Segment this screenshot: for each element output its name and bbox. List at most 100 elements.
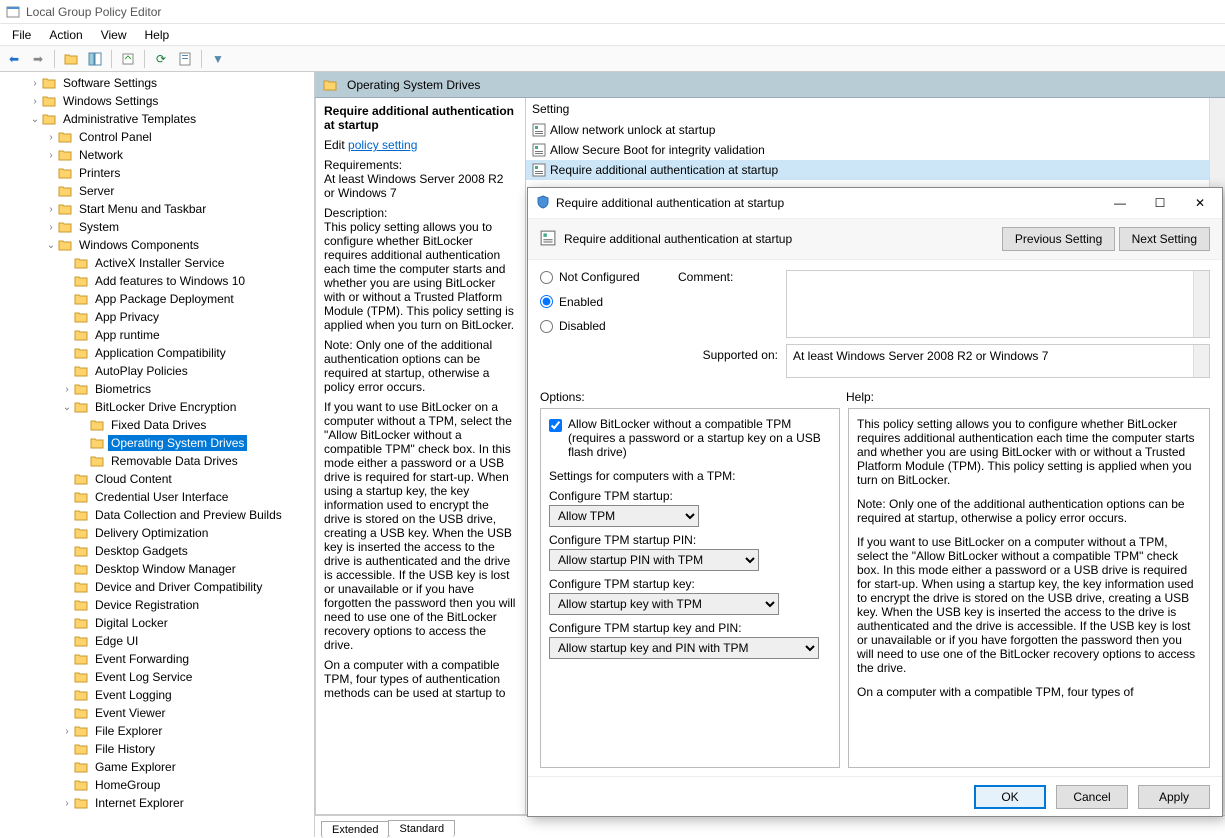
tree-label[interactable]: Delivery Optimization bbox=[92, 525, 211, 541]
radio-not-configured[interactable]: Not Configured bbox=[540, 270, 670, 284]
ok-button[interactable]: OK bbox=[974, 785, 1046, 809]
menu-help[interactable]: Help bbox=[137, 26, 178, 44]
tree-node[interactable]: Add features to Windows 10 bbox=[2, 272, 314, 290]
tree-chevron-icon[interactable] bbox=[28, 78, 42, 89]
tree-label[interactable]: Cloud Content bbox=[92, 471, 175, 487]
tree-label[interactable]: Software Settings bbox=[60, 75, 160, 91]
tree-label[interactable]: HomeGroup bbox=[92, 777, 163, 793]
tree-label[interactable]: ActiveX Installer Service bbox=[92, 255, 227, 271]
btn-up[interactable] bbox=[61, 49, 81, 69]
radio-disabled[interactable]: Disabled bbox=[540, 319, 670, 333]
tree-node[interactable]: Desktop Window Manager bbox=[2, 560, 314, 578]
tree-label[interactable]: Fixed Data Drives bbox=[108, 417, 209, 433]
tree-node[interactable]: Operating System Drives bbox=[2, 434, 314, 452]
cancel-button[interactable]: Cancel bbox=[1056, 785, 1128, 809]
tree-chevron-icon[interactable] bbox=[28, 96, 42, 107]
tree-chevron-icon[interactable] bbox=[44, 150, 58, 161]
tree-node[interactable]: AutoPlay Policies bbox=[2, 362, 314, 380]
tree-chevron-icon[interactable] bbox=[28, 114, 42, 125]
scrollbar-vertical[interactable] bbox=[1193, 271, 1209, 337]
tree-node[interactable]: Windows Components bbox=[2, 236, 314, 254]
scrollbar-vertical[interactable] bbox=[1193, 345, 1209, 377]
edit-policy-link[interactable]: policy setting bbox=[348, 138, 417, 152]
tree-chevron-icon[interactable] bbox=[44, 204, 58, 215]
tree-label[interactable]: Desktop Gadgets bbox=[92, 543, 191, 559]
btn-refresh[interactable]: ⟳ bbox=[151, 49, 171, 69]
tree-label[interactable]: Event Viewer bbox=[92, 705, 168, 721]
tree-node[interactable]: Event Viewer bbox=[2, 704, 314, 722]
tree-label[interactable]: Event Forwarding bbox=[92, 651, 192, 667]
tree-label[interactable]: App Package Deployment bbox=[92, 291, 237, 307]
tree-label[interactable]: Removable Data Drives bbox=[108, 453, 241, 469]
tree-label[interactable]: Operating System Drives bbox=[108, 435, 247, 451]
tree-node[interactable]: Start Menu and Taskbar bbox=[2, 200, 314, 218]
next-setting-button[interactable]: Next Setting bbox=[1119, 227, 1210, 251]
tree-label[interactable]: Desktop Window Manager bbox=[92, 561, 239, 577]
tree-label[interactable]: File History bbox=[92, 741, 158, 757]
tree-node[interactable]: Game Explorer bbox=[2, 758, 314, 776]
tree-label[interactable]: BitLocker Drive Encryption bbox=[92, 399, 239, 415]
tree-chevron-icon[interactable] bbox=[60, 384, 74, 395]
tree-node[interactable]: Event Forwarding bbox=[2, 650, 314, 668]
tree-node[interactable]: Software Settings bbox=[2, 74, 314, 92]
btn-export[interactable] bbox=[118, 49, 138, 69]
tree-label[interactable]: Event Log Service bbox=[92, 669, 195, 685]
tree-node[interactable]: Server bbox=[2, 182, 314, 200]
setting-item[interactable]: Require additional authentication at sta… bbox=[526, 160, 1224, 180]
tree-label[interactable]: System bbox=[76, 219, 122, 235]
tree-node[interactable]: HomeGroup bbox=[2, 776, 314, 794]
tree-label[interactable]: Device Registration bbox=[92, 597, 202, 613]
tree-node[interactable]: Application Compatibility bbox=[2, 344, 314, 362]
tree-label[interactable]: AutoPlay Policies bbox=[92, 363, 191, 379]
tree-node[interactable]: Control Panel bbox=[2, 128, 314, 146]
tree-label[interactable]: App runtime bbox=[92, 327, 163, 343]
tab-standard[interactable]: Standard bbox=[388, 820, 455, 837]
btn-back[interactable]: ⬅ bbox=[4, 49, 24, 69]
tree-node[interactable]: ActiveX Installer Service bbox=[2, 254, 314, 272]
dialog-titlebar[interactable]: Require additional authentication at sta… bbox=[528, 188, 1222, 218]
tree-node[interactable]: Credential User Interface bbox=[2, 488, 314, 506]
tree-node[interactable]: System bbox=[2, 218, 314, 236]
tree-chevron-icon[interactable] bbox=[60, 726, 74, 737]
configure-tpm-pin-select[interactable]: Allow startup PIN with TPM bbox=[549, 549, 759, 571]
tree-node[interactable]: BitLocker Drive Encryption bbox=[2, 398, 314, 416]
tree-node[interactable]: App Privacy bbox=[2, 308, 314, 326]
tree-node[interactable]: Fixed Data Drives bbox=[2, 416, 314, 434]
tree-pane[interactable]: Software Settings Windows Settings Adminis… bbox=[0, 72, 315, 837]
tree-label[interactable]: Edge UI bbox=[92, 633, 141, 649]
previous-setting-button[interactable]: Previous Setting bbox=[1002, 227, 1115, 251]
tree-label[interactable]: Windows Settings bbox=[60, 93, 161, 109]
tree-node[interactable]: Removable Data Drives bbox=[2, 452, 314, 470]
tree-label[interactable]: Administrative Templates bbox=[60, 111, 199, 127]
settings-header[interactable]: Setting bbox=[526, 100, 1224, 120]
tree-label[interactable]: Network bbox=[76, 147, 126, 163]
tree-label[interactable]: Application Compatibility bbox=[92, 345, 229, 361]
tree-label[interactable]: Server bbox=[76, 183, 117, 199]
tree-node[interactable]: Network bbox=[2, 146, 314, 164]
tree-node[interactable]: Windows Settings bbox=[2, 92, 314, 110]
configure-tpm-key-select[interactable]: Allow startup key with TPM bbox=[549, 593, 779, 615]
tree-node[interactable]: Cloud Content bbox=[2, 470, 314, 488]
tree-label[interactable]: File Explorer bbox=[92, 723, 165, 739]
tree-node[interactable]: File Explorer bbox=[2, 722, 314, 740]
tree-label[interactable]: Add features to Windows 10 bbox=[92, 273, 248, 289]
radio-enabled[interactable]: Enabled bbox=[540, 295, 670, 309]
maximize-button[interactable]: ☐ bbox=[1140, 189, 1180, 217]
tree-node[interactable]: App runtime bbox=[2, 326, 314, 344]
tree-chevron-icon[interactable] bbox=[60, 798, 74, 809]
tree-chevron-icon[interactable] bbox=[44, 132, 58, 143]
tree-node[interactable]: File History bbox=[2, 740, 314, 758]
tree-node[interactable]: Device and Driver Compatibility bbox=[2, 578, 314, 596]
tree-chevron-icon[interactable] bbox=[44, 222, 58, 233]
tree-label[interactable]: Printers bbox=[76, 165, 123, 181]
tree-label[interactable]: Biometrics bbox=[92, 381, 154, 397]
tree-node[interactable]: Digital Locker bbox=[2, 614, 314, 632]
tree-label[interactable]: Event Logging bbox=[92, 687, 175, 703]
configure-tpm-key-pin-select[interactable]: Allow startup key and PIN with TPM bbox=[549, 637, 819, 659]
menu-file[interactable]: File bbox=[4, 26, 39, 44]
tree-label[interactable]: App Privacy bbox=[92, 309, 162, 325]
comment-textarea[interactable] bbox=[786, 270, 1210, 338]
tree-label[interactable]: Digital Locker bbox=[92, 615, 171, 631]
allow-without-tpm-checkbox[interactable]: Allow BitLocker without a compatible TPM… bbox=[549, 417, 831, 459]
tree-node[interactable]: Data Collection and Preview Builds bbox=[2, 506, 314, 524]
